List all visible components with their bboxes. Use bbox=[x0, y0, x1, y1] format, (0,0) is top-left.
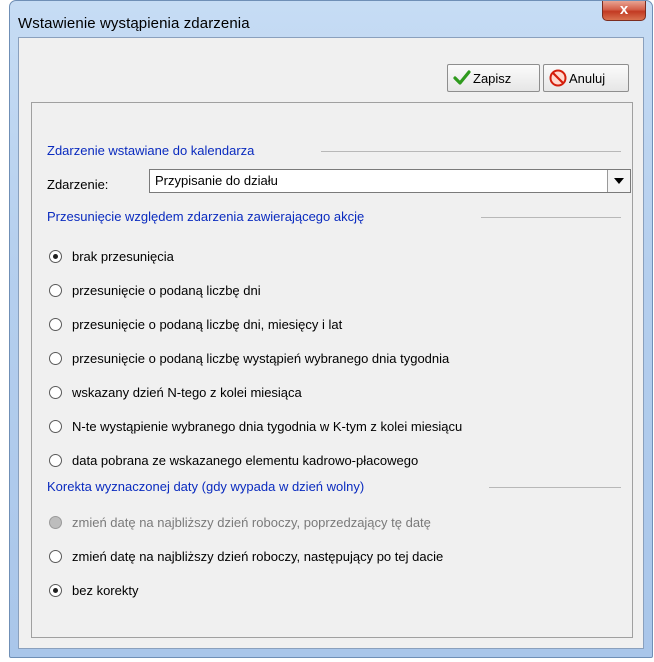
radio-label: brak przesunięcia bbox=[72, 249, 174, 264]
radio-option-offset[interactable]: przesunięcie o podaną liczbę dni, miesię… bbox=[49, 317, 342, 332]
section-divider bbox=[489, 487, 621, 488]
dropdown-arrow-icon[interactable] bbox=[607, 170, 630, 192]
event-select-value: Przypisanie do działu bbox=[155, 173, 278, 188]
radio-option-offset[interactable]: N-te wystąpienie wybranego dnia tygodnia… bbox=[49, 419, 462, 434]
radio-label: wskazany dzień N-tego z kolei miesiąca bbox=[72, 385, 302, 400]
radio-button[interactable] bbox=[49, 352, 62, 365]
radio-button[interactable] bbox=[49, 550, 62, 563]
radio-button[interactable] bbox=[49, 250, 62, 263]
radio-label: data pobrana ze wskazanego elementu kadr… bbox=[72, 453, 419, 468]
radio-button bbox=[49, 516, 62, 529]
radio-label: bez korekty bbox=[72, 583, 139, 598]
close-button[interactable]: x bbox=[602, 1, 646, 21]
section-divider bbox=[321, 151, 621, 152]
radio-option-offset[interactable]: wskazany dzień N-tego z kolei miesiąca bbox=[49, 385, 302, 400]
radio-option-correction[interactable]: bez korekty bbox=[49, 583, 138, 598]
event-select[interactable]: Przypisanie do działu bbox=[149, 169, 631, 193]
section-title-correction: Korekta wyznaczonej daty (gdy wypada w d… bbox=[47, 479, 365, 494]
radio-option-offset[interactable]: przesunięcie o podaną liczbę wystąpień w… bbox=[49, 351, 449, 366]
cancel-button-label: Anuluj bbox=[569, 70, 606, 86]
dialog-window: Wstawienie wystąpienia zdarzenia x Zapis… bbox=[9, 0, 653, 658]
radio-button[interactable] bbox=[49, 454, 62, 467]
radio-label: przesunięcie o podaną liczbę wystąpień w… bbox=[72, 351, 450, 366]
radio-option-correction[interactable]: zmień datę na najbliższy dzień roboczy, … bbox=[49, 549, 443, 564]
event-field-label: Zdarzenie: bbox=[47, 177, 109, 192]
radio-option-correction: zmień datę na najbliższy dzień roboczy, … bbox=[49, 515, 431, 530]
section-title-event: Zdarzenie wstawiane do kalendarza bbox=[47, 143, 255, 158]
checkmark-icon bbox=[453, 69, 471, 87]
radio-label: zmień datę na najbliższy dzień roboczy, … bbox=[72, 515, 431, 530]
radio-button[interactable] bbox=[49, 386, 62, 399]
window-title: Wstawienie wystąpienia zdarzenia bbox=[18, 15, 250, 32]
cancel-icon bbox=[549, 69, 567, 87]
radio-button[interactable] bbox=[49, 584, 62, 597]
radio-label: przesunięcie o podaną liczbę dni, miesię… bbox=[72, 317, 343, 332]
radio-label: zmień datę na najbliższy dzień roboczy, … bbox=[72, 549, 444, 564]
radio-button[interactable] bbox=[49, 284, 62, 297]
radio-button[interactable] bbox=[49, 318, 62, 331]
dialog-client-area: Zapisz Anuluj Zdarzenie wstawiane do kal… bbox=[18, 37, 644, 649]
radio-option-offset[interactable]: przesunięcie o podaną liczbę dni bbox=[49, 283, 261, 298]
section-title-offset: Przesunięcie względem zdarzenia zawieraj… bbox=[47, 209, 365, 224]
radio-label: przesunięcie o podaną liczbę dni bbox=[72, 283, 261, 298]
section-divider bbox=[481, 217, 621, 218]
radio-label: N-te wystąpienie wybranego dnia tygodnia… bbox=[72, 419, 463, 434]
radio-button[interactable] bbox=[49, 420, 62, 433]
radio-option-offset[interactable]: data pobrana ze wskazanego elementu kadr… bbox=[49, 453, 418, 468]
cancel-button[interactable]: Anuluj bbox=[543, 64, 629, 92]
save-button-label: Zapisz bbox=[473, 70, 512, 86]
radio-option-offset[interactable]: brak przesunięcia bbox=[49, 249, 174, 264]
save-button[interactable]: Zapisz bbox=[447, 64, 540, 92]
